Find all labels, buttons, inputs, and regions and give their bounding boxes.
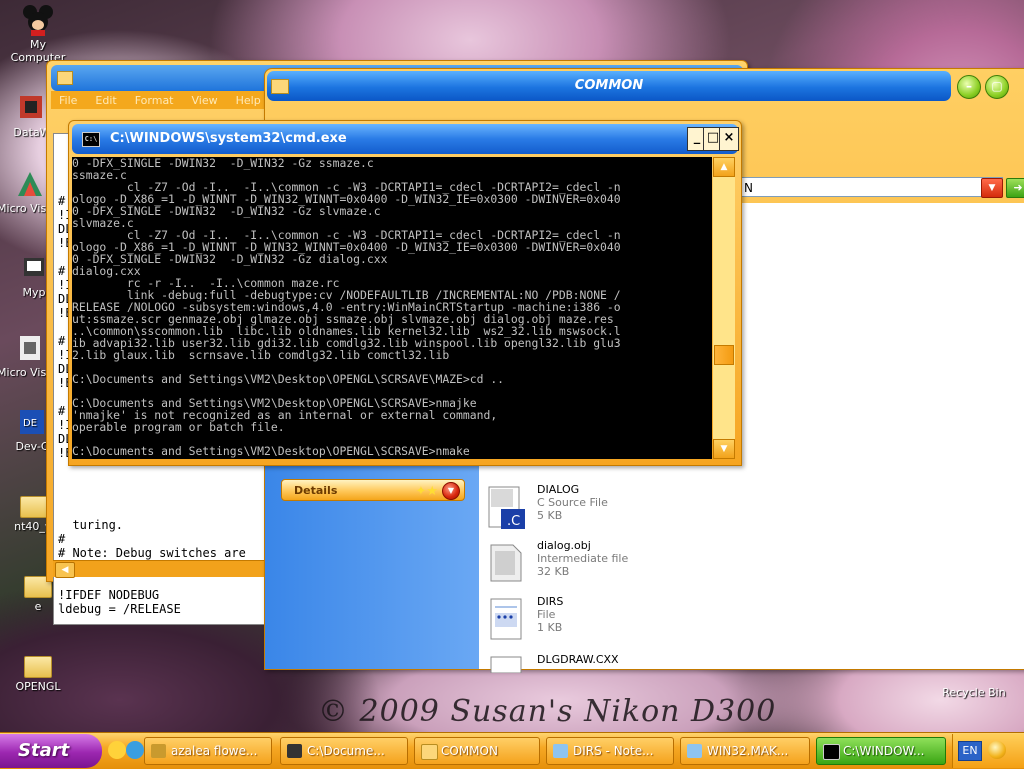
file-icon <box>487 653 525 697</box>
scroll-left-icon[interactable]: ◀ <box>55 562 75 578</box>
mickey-icon <box>22 4 54 36</box>
details-label: Details <box>294 484 338 497</box>
task-label: C:\Docume... <box>307 744 385 758</box>
file-name: DIALOG <box>537 483 580 496</box>
c-source-file-icon: .C <box>487 485 525 529</box>
taskbar-item-documents-cmd[interactable]: C:\Docume... <box>280 737 408 765</box>
image-viewer-icon <box>151 744 166 758</box>
folder-icon <box>20 496 48 518</box>
start-button[interactable]: Start <box>0 734 102 768</box>
file-name: DLGDRAW.CXX <box>537 653 619 666</box>
language-indicator[interactable]: EN <box>958 741 982 761</box>
shortcut-icon <box>16 92 48 124</box>
start-label: Start <box>18 740 70 761</box>
sparkle-icon: ✦★ <box>415 484 438 499</box>
taskbar-item-win32-mak[interactable]: WIN32.MAK... <box>680 737 810 765</box>
menu-help[interactable]: Help <box>236 94 261 107</box>
file-size: 1 KB <box>537 621 563 634</box>
vertical-scrollbar[interactable]: ▲ ▼ <box>713 157 735 459</box>
quick-launch-ie-icon[interactable] <box>108 741 126 759</box>
scrollbar-thumb[interactable] <box>714 345 734 365</box>
file-type: File <box>537 608 556 621</box>
visual-studio-icon <box>14 332 46 364</box>
chevron-down-icon[interactable]: ▼ <box>442 482 460 500</box>
console-icon: C:\ <box>82 132 100 147</box>
desktop-icon-label: Myp <box>22 286 46 299</box>
desktop-icon-label: Dev-C <box>15 440 49 453</box>
task-label: COMMON <box>441 744 498 758</box>
archive-icon <box>287 744 302 758</box>
file-name: DIRS <box>537 595 564 608</box>
task-label: C:\WINDOW... <box>843 744 925 758</box>
common-titlebar[interactable]: COMMON <box>267 71 951 101</box>
file-size: 32 KB <box>537 565 570 578</box>
desktop-icon-my-computer[interactable]: My Computer <box>2 4 74 64</box>
taskbar-item-azalea[interactable]: azalea flowe... <box>144 737 272 765</box>
address-field[interactable]: N <box>739 177 1003 197</box>
list-item[interactable]: DIRS File 1 KB <box>487 595 727 651</box>
menu-view[interactable]: View <box>192 94 218 107</box>
minimize-button[interactable]: – <box>957 75 981 99</box>
desktop-icon-label: OPENGL <box>15 680 61 693</box>
taskbar-item-common[interactable]: COMMON <box>414 737 540 765</box>
menu-file[interactable]: File <box>59 94 77 107</box>
list-item[interactable]: dialog.obj Intermediate file 32 KB <box>487 539 727 595</box>
task-label: WIN32.MAK... <box>707 744 789 758</box>
scroll-down-icon[interactable]: ▼ <box>713 439 735 459</box>
console-line: 0 -DFX_SINGLE -DWIN32 -D_WIN32 -Gz ssmaz… <box>72 157 374 170</box>
details-section-header[interactable]: Details ✦★ ▼ <box>281 479 465 501</box>
console-line: C:\Documents and Settings\VM2\Desktop\OP… <box>72 372 505 386</box>
taskbar-item-dirs-notepad[interactable]: DIRS - Note... <box>546 737 674 765</box>
console-line: C:\Documents and Settings\VM2\Desktop\OP… <box>72 444 470 458</box>
task-label: azalea flowe... <box>171 744 258 758</box>
console-line: 2.lib glaux.lib scrnsave.lib comdlg32.li… <box>72 348 450 362</box>
desktop-icon-label: Recycle Bin <box>942 686 1006 699</box>
list-item[interactable]: DLGDRAW.CXX <box>487 651 727 707</box>
object-file-icon <box>487 541 525 585</box>
svg-text:DE: DE <box>23 418 37 429</box>
window-title: COMMON <box>574 78 644 93</box>
tray-status-icon[interactable] <box>988 741 1006 759</box>
quick-launch-media-icon[interactable] <box>126 741 144 759</box>
desktop-icon-opengl[interactable]: OPENGL <box>2 648 74 693</box>
console-line: operable program or batch file. <box>72 420 285 434</box>
taskbar-item-cmd[interactable]: C:\WINDOW... <box>816 737 946 765</box>
file-name: dialog.obj <box>537 539 591 552</box>
notepad-icon <box>687 744 702 758</box>
menu-format[interactable]: Format <box>135 94 174 107</box>
desktop-icon-label: DataW <box>13 126 51 139</box>
task-label: DIRS - Note... <box>573 744 654 758</box>
console-output[interactable]: 0 -DFX_SINGLE -DWIN32 -D_WIN32 -Gz ssmaz… <box>72 157 712 459</box>
cmd-titlebar[interactable]: C:\ C:\WINDOWS\system32\cmd.exe <box>72 124 738 154</box>
text-file-icon <box>487 597 525 641</box>
go-arrow-icon[interactable]: ➜ <box>1006 178 1024 198</box>
chevron-down-icon[interactable]: ▼ <box>981 178 1003 198</box>
file-type: C Source File <box>537 496 608 509</box>
console-line: 0 -DFX_SINGLE -DWIN32 -D_WIN32 -Gz slvma… <box>72 204 381 218</box>
desktop-icon-label: e <box>34 600 42 613</box>
maximize-button[interactable]: ▢ <box>985 75 1009 99</box>
folder-icon <box>57 71 73 85</box>
file-type: Intermediate file <box>537 552 629 565</box>
menu-edit[interactable]: Edit <box>95 94 116 107</box>
taskbar: Start azalea flowe... C:\Docume... COMMO… <box>0 732 1024 769</box>
file-size: 5 KB <box>537 509 563 522</box>
window-title: C:\WINDOWS\system32\cmd.exe <box>110 131 347 146</box>
cmd-window[interactable]: C:\ C:\WINDOWS\system32\cmd.exe _ □ × 0 … <box>68 120 742 466</box>
list-item[interactable]: .C DIALOG C Source File 5 KB <box>487 483 727 539</box>
close-button[interactable]: × <box>719 127 739 151</box>
svg-text:.C: .C <box>507 514 520 529</box>
folder-icon <box>271 79 289 94</box>
visual-studio-icon <box>14 168 46 200</box>
console-icon <box>823 744 840 760</box>
folder-icon <box>421 744 438 760</box>
console-line: 0 -DFX_SINGLE -DWIN32 -D_WIN32 -Gz dialo… <box>72 252 388 266</box>
scroll-up-icon[interactable]: ▲ <box>713 157 735 177</box>
dev-cpp-icon: DE <box>16 406 48 438</box>
folder-icon <box>24 656 52 678</box>
notepad-icon <box>553 744 568 758</box>
